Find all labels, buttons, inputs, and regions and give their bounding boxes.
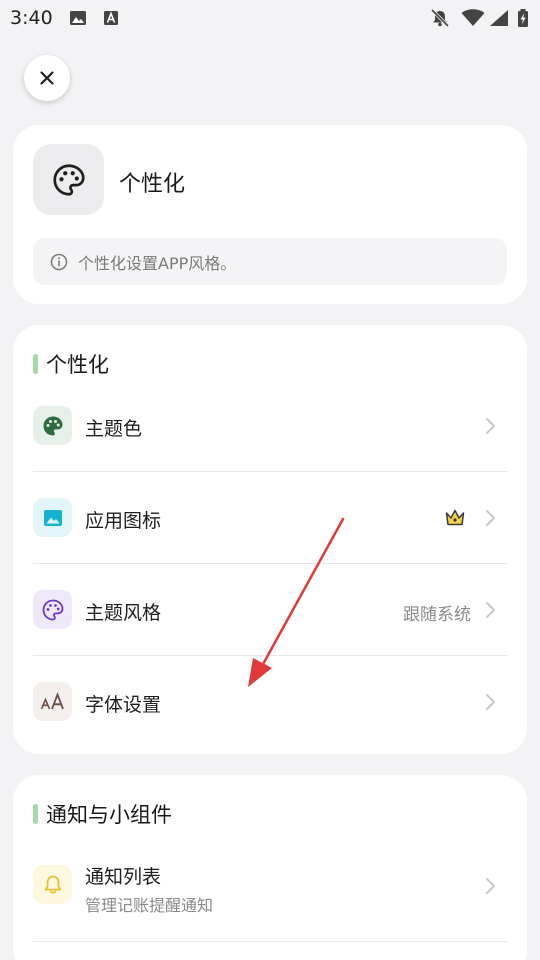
palette-icon xyxy=(42,599,63,620)
description-text: 个性化设置APP风格。 xyxy=(78,253,237,273)
notification-list-sublabel: 管理记账提醒通知 xyxy=(85,896,214,915)
section-header: 通知与小组件 xyxy=(33,799,172,829)
theme-style-value: 跟随系统 xyxy=(403,605,471,625)
section-accent-bar xyxy=(33,804,38,824)
section-header: 个性化 xyxy=(33,349,109,379)
section-title: 个性化 xyxy=(46,353,109,377)
theme-color-row[interactable]: 主题色 xyxy=(13,380,527,472)
palette-icon xyxy=(52,163,85,196)
theme-style-icon-tile xyxy=(33,590,72,629)
font-settings-row[interactable]: 字体设置 xyxy=(13,656,527,748)
palette-icon xyxy=(43,416,62,435)
personalization-screen: 3:40 个性化 个性化设置APP风格。 个性化 主题色 应用图标 主题风格 跟… xyxy=(0,0,540,960)
font-settings-icon-tile xyxy=(33,682,72,721)
image-icon xyxy=(70,11,86,25)
chevron-right-icon xyxy=(486,694,495,710)
theme-style-label: 主题风格 xyxy=(85,602,162,624)
status-time: 3:40 xyxy=(10,7,53,29)
notifications-section: 通知与小组件 通知列表 管理记账提醒通知 xyxy=(13,775,527,960)
status-bar: 3:40 xyxy=(0,0,540,36)
row-divider xyxy=(33,941,507,942)
chevron-right-icon xyxy=(486,878,495,894)
bell-icon xyxy=(44,875,61,893)
header-icon-tile xyxy=(33,144,104,215)
image-icon xyxy=(43,509,62,526)
personalization-section: 个性化 主题色 应用图标 主题风格 跟随系统 字体设置 xyxy=(13,325,527,754)
signal-icon xyxy=(490,10,508,26)
theme-color-label: 主题色 xyxy=(85,418,143,440)
info-icon xyxy=(50,253,68,270)
notifications-off-icon xyxy=(430,9,450,27)
wifi-icon xyxy=(461,9,485,26)
battery-charging-icon xyxy=(518,9,528,27)
header-card: 个性化 个性化设置APP风格。 xyxy=(13,125,527,304)
close-icon xyxy=(40,71,54,85)
chevron-right-icon xyxy=(486,602,495,618)
font-aa-icon xyxy=(40,691,64,709)
notification-list-row[interactable]: 通知列表 管理记账提醒通知 xyxy=(13,840,527,940)
crown-icon xyxy=(445,509,465,526)
close-button[interactable] xyxy=(24,55,70,101)
description-box: 个性化设置APP风格。 xyxy=(33,238,507,285)
font-settings-label: 字体设置 xyxy=(85,694,162,716)
app-icon-row[interactable]: 应用图标 xyxy=(13,472,527,564)
app-icon-label: 应用图标 xyxy=(85,510,162,532)
app-icon-icon-tile xyxy=(33,498,72,537)
theme-color-icon-tile xyxy=(33,406,72,445)
font-a-icon xyxy=(104,11,118,25)
notification-list-icon-tile xyxy=(33,865,72,904)
page-title: 个性化 xyxy=(119,172,186,197)
chevron-right-icon xyxy=(486,418,495,434)
section-title: 通知与小组件 xyxy=(46,803,172,827)
section-accent-bar xyxy=(33,354,38,374)
theme-style-row[interactable]: 主题风格 跟随系统 xyxy=(13,564,527,656)
notification-list-label: 通知列表 xyxy=(85,866,162,888)
chevron-right-icon xyxy=(486,510,495,526)
